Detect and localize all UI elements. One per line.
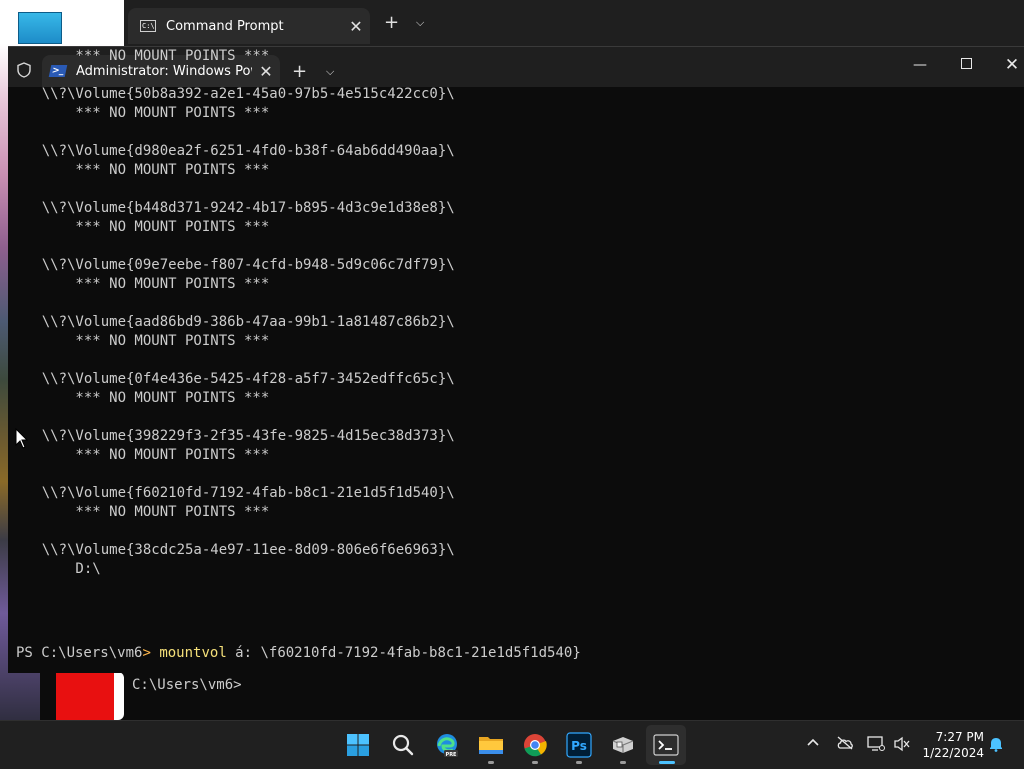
command-args: á: \f60210fd-7192-4fab-b8c1-21e1d5f1d540… — [226, 645, 581, 661]
terminal-line: \\?\Volume{50b8a392-a2e1-45a0-97b5-4e515… — [8, 86, 455, 102]
start-icon[interactable] — [344, 731, 372, 759]
mouse-cursor-icon — [15, 428, 29, 449]
terminal-line: \\?\Volume{398229f3-2f35-43fe-9825-4d15e… — [8, 428, 455, 444]
terminal-line: \\?\Volume{f60210fd-7192-4fab-b8c1-21e1d… — [8, 485, 455, 501]
terminal-line: \\?\Volume{09e7eebe-f807-4cfd-b948-5d9c0… — [8, 257, 455, 273]
terminal-line: *** NO MOUNT POINTS *** — [8, 504, 270, 520]
chevron-up-icon[interactable] — [806, 736, 820, 754]
volume-muted-icon[interactable] — [893, 736, 911, 756]
chrome-icon[interactable] — [521, 731, 549, 759]
desktop-shortcut-icon[interactable] — [18, 12, 62, 44]
terminal-line: *** NO MOUNT POINTS *** — [8, 219, 270, 235]
edge-icon[interactable]: PRE — [433, 731, 461, 759]
terminal-line: *** NO MOUNT POINTS *** — [8, 447, 270, 463]
chevron-down-icon[interactable]: ⌵ — [416, 16, 424, 30]
terminal-line: \\?\Volume{38cdc25a-4e97-11ee-8d09-806e6… — [8, 542, 455, 558]
terminal-line: *** NO MOUNT POINTS *** — [8, 390, 270, 406]
ps-prompt: PS C:\Users\vm6 — [16, 645, 143, 661]
terminal-output[interactable]: *** NO MOUNT POINTS *** \\?\Volume{50b8a… — [8, 47, 1008, 623]
notification-bell-icon[interactable] — [988, 736, 1004, 756]
taskbar: PRE Ps 7:27 PM 1/22/2024 — [0, 720, 1024, 769]
terminal-line: *** NO MOUNT POINTS *** — [8, 105, 270, 121]
active-indicator — [659, 761, 675, 764]
tab-label: Command Prompt — [166, 18, 284, 34]
photoshop-icon[interactable]: Ps — [565, 731, 593, 759]
onedrive-offline-icon[interactable] — [836, 736, 854, 754]
cmd-icon: C:\ — [140, 20, 156, 32]
red-block — [56, 672, 118, 720]
prompt-arrow: > — [142, 645, 151, 661]
edge-badge: PRE — [446, 752, 458, 758]
vmware-icon[interactable] — [609, 731, 637, 759]
terminal-line: *** NO MOUNT POINTS *** — [8, 276, 270, 292]
close-tab-icon[interactable]: ✕ — [342, 17, 370, 36]
new-tab-icon[interactable]: + — [384, 12, 399, 33]
terminal-line: \\?\Volume{0f4e436e-5425-4f28-a5f7-3452e… — [8, 371, 455, 387]
terminal-line: *** NO MOUNT POINTS *** — [8, 333, 270, 349]
tab-command-prompt[interactable]: C:\ Command Prompt ✕ — [128, 8, 370, 44]
white-block — [114, 672, 124, 720]
system-clock[interactable]: 7:27 PM 1/22/2024 — [910, 729, 984, 761]
clock-date: 1/22/2024 — [922, 746, 984, 760]
command-name: mountvol — [159, 645, 227, 661]
search-icon[interactable] — [389, 731, 417, 759]
terminal-line: \\?\Volume{d980ea2f-6251-4fd0-b38f-64ab6… — [8, 143, 455, 159]
clock-time: 7:27 PM — [935, 730, 984, 744]
terminal-line: D:\ — [8, 561, 101, 577]
terminal-line: \\?\Volume{b448d371-9242-4b17-b895-4d3c9… — [8, 200, 455, 216]
photoshop-label: Ps — [571, 739, 587, 753]
cmd-prompt-text: C:\Users\vm6> — [132, 677, 242, 693]
terminal-line: *** NO MOUNT POINTS *** — [8, 162, 270, 178]
terminal-icon[interactable] — [652, 731, 680, 759]
terminal-line: \\?\Volume{aad86bd9-386b-47aa-99b1-1a814… — [8, 314, 455, 330]
command-line[interactable]: PS C:\Users\vm6> mountvol á: \f60210fd-7… — [16, 645, 581, 661]
file-explorer-icon[interactable] — [477, 731, 505, 759]
network-icon[interactable] — [867, 736, 885, 756]
terminal-line: *** NO MOUNT POINTS *** — [8, 48, 270, 64]
